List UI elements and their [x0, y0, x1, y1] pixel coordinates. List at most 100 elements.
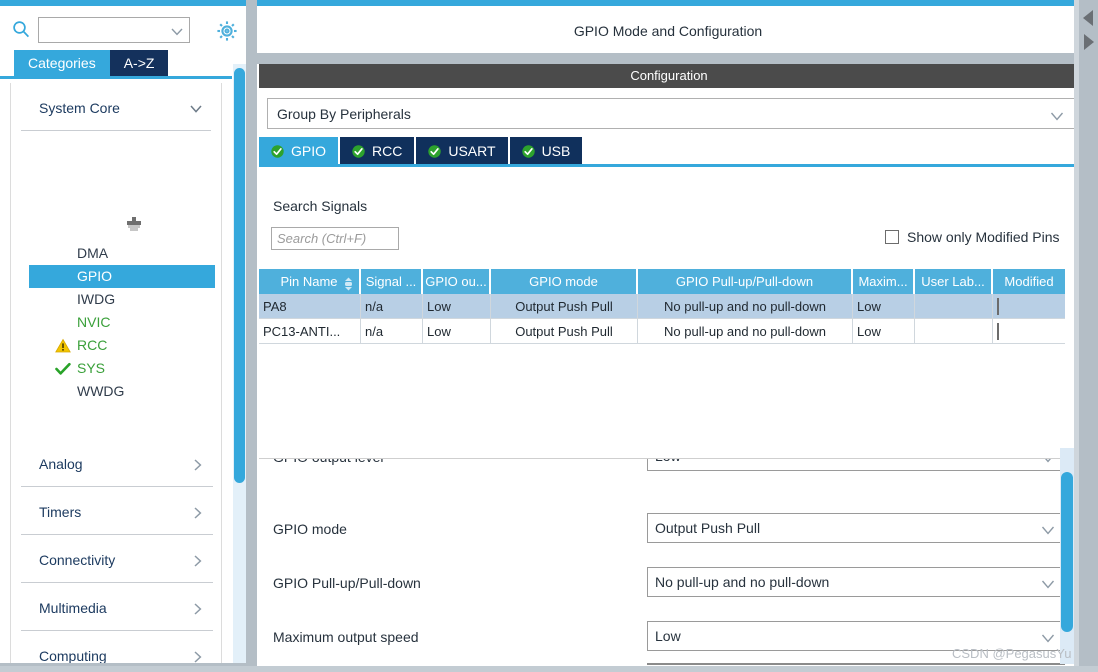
search-signals-input[interactable]: Search (Ctrl+F): [271, 227, 399, 250]
sidebar-item-nvic[interactable]: NVIC: [29, 311, 215, 334]
sidebar-scrollbar-thumb[interactable]: [234, 68, 245, 483]
category-group-system-core[interactable]: System Core: [21, 89, 211, 131]
tab-label: RCC: [372, 143, 403, 159]
property-panel-bottom-rule: [647, 663, 1065, 665]
sidebar-item-label: DMA: [77, 245, 109, 261]
cell-gpio-mode: Output Push Pull: [491, 319, 638, 344]
stm32cubemx-gpio-configuration-window: Categories A->Z System Core DMA GPIO IWD…: [0, 0, 1098, 672]
scroll-up-icon[interactable]: [123, 217, 145, 233]
category-group-label: Computing: [39, 648, 107, 664]
sidebar-item-dma[interactable]: DMA: [29, 242, 215, 265]
search-input[interactable]: [38, 17, 190, 43]
sidebar-item-iwdg[interactable]: IWDG: [29, 288, 215, 311]
tab-gpio[interactable]: GPIO: [259, 137, 339, 165]
panel-divider[interactable]: [246, 0, 257, 672]
property-value: No pull-up and no pull-down: [655, 574, 830, 590]
cell-modified[interactable]: [993, 294, 1065, 319]
sidebar-item-label: RCC: [77, 337, 108, 353]
sidebar-tab-strip: Categories A->Z: [14, 50, 169, 76]
column-header-signal[interactable]: Signal ...: [361, 269, 423, 294]
category-tree: System Core DMA GPIO IWDG NVIC RCC SYS W…: [10, 83, 222, 668]
panel-collapse-arrows[interactable]: [1079, 8, 1098, 54]
chevron-down-icon: [171, 25, 183, 36]
column-header-gpio-mode[interactable]: GPIO mode: [491, 269, 638, 294]
column-header-gpio-output[interactable]: GPIO ou...: [423, 269, 491, 294]
cell-gpio-pull: No pull-up and no pull-down: [638, 319, 853, 344]
tab-categories[interactable]: Categories: [14, 50, 110, 76]
category-group-connectivity[interactable]: Connectivity: [21, 541, 213, 583]
gpio-output-level-select[interactable]: Low: [647, 459, 1065, 471]
category-group-label: Analog: [39, 456, 83, 472]
peripheral-tab-strip: GPIO RCC USART USB: [259, 137, 584, 165]
category-group-label: Multimedia: [39, 600, 107, 616]
sidebar-item-sys[interactable]: SYS: [29, 357, 215, 380]
sidebar-item-rcc[interactable]: RCC: [29, 334, 215, 357]
group-by-value: Group By Peripherals: [277, 106, 411, 122]
check-circle-icon: [271, 144, 284, 158]
category-group-analog[interactable]: Analog: [21, 445, 213, 487]
properties-scrollbar[interactable]: [1060, 448, 1074, 664]
checkbox-box[interactable]: [885, 230, 899, 244]
chevron-down-icon: [1041, 632, 1055, 643]
sidebar-tab-underline: [0, 76, 232, 79]
sidebar-item-label: GPIO: [77, 268, 113, 284]
chevron-right-icon: [191, 555, 205, 567]
property-value: Output Push Pull: [655, 520, 761, 536]
check-icon: [55, 361, 71, 377]
gpio-pull-select[interactable]: No pull-up and no pull-down: [647, 567, 1065, 597]
modified-checkbox[interactable]: [997, 323, 999, 340]
table-row[interactable]: PA8 n/a Low Output Push Pull No pull-up …: [259, 294, 1087, 319]
chevron-right-icon: [191, 459, 205, 471]
gear-icon[interactable]: [216, 20, 238, 42]
tab-a-to-z[interactable]: A->Z: [109, 50, 169, 76]
cell-signal: n/a: [361, 294, 423, 319]
tab-usart[interactable]: USART: [416, 137, 508, 165]
gpio-mode-select[interactable]: Output Push Pull: [647, 513, 1065, 543]
column-header-modified[interactable]: Modified: [993, 269, 1065, 294]
sidebar-item-gpio[interactable]: GPIO: [29, 265, 215, 288]
cell-gpio-output-level: Low: [423, 319, 491, 344]
column-header-user-label[interactable]: User Lab...: [915, 269, 993, 294]
right-gutter: [1079, 0, 1098, 672]
tab-usb[interactable]: USB: [509, 137, 583, 165]
cell-maximum-speed: Low: [853, 319, 915, 344]
sidebar-item-wwdg[interactable]: WWDG: [29, 380, 215, 403]
configuration-bar: Configuration: [259, 64, 1079, 88]
property-label: GPIO output level: [273, 459, 384, 465]
pin-configuration-table: Pin Name Signal ... GPIO ou... GPIO mode…: [259, 269, 1087, 344]
warning-icon: [55, 338, 71, 354]
table-header-row: Pin Name Signal ... GPIO ou... GPIO mode…: [259, 269, 1087, 294]
search-icon: [12, 20, 30, 38]
check-circle-icon: [521, 144, 535, 158]
sort-arrows-icon[interactable]: [344, 274, 353, 291]
cell-pin-name: PA8: [259, 294, 361, 319]
table-row[interactable]: PC13-ANTI... n/a Low Output Push Pull No…: [259, 319, 1087, 344]
cell-user-label: [915, 294, 993, 319]
properties-scrollbar-thumb[interactable]: [1061, 472, 1073, 632]
category-group-label: Connectivity: [39, 552, 116, 568]
column-label: Pin Name: [280, 274, 338, 289]
tab-label: USART: [448, 143, 496, 159]
modified-checkbox[interactable]: [997, 298, 999, 315]
chevron-right-icon: [191, 651, 205, 663]
chevron-down-icon: [1041, 459, 1055, 463]
category-group-label: Timers: [39, 504, 82, 520]
gpio-configuration-panel: GPIO Mode and Configuration Configuratio…: [257, 6, 1079, 672]
category-group-multimedia[interactable]: Multimedia: [21, 589, 213, 631]
cell-modified[interactable]: [993, 319, 1065, 344]
check-circle-icon: [428, 144, 442, 158]
property-label: Maximum output speed: [273, 629, 419, 645]
group-by-select[interactable]: Group By Peripherals: [267, 98, 1075, 129]
property-value: Low: [655, 459, 681, 464]
column-header-gpio-pull[interactable]: GPIO Pull-up/Pull-down: [638, 269, 853, 294]
search-signals-label: Search Signals: [273, 198, 368, 214]
column-header-pin-name[interactable]: Pin Name: [259, 269, 361, 294]
column-header-maximum-speed[interactable]: Maxim...: [853, 269, 915, 294]
cell-maximum-speed: Low: [853, 294, 915, 319]
show-modified-pins-checkbox[interactable]: Show only Modified Pins: [885, 227, 1060, 247]
sidebar-scrollbar[interactable]: [233, 64, 246, 666]
cell-gpio-mode: Output Push Pull: [491, 294, 638, 319]
category-group-timers[interactable]: Timers: [21, 493, 213, 535]
tab-label: GPIO: [291, 143, 327, 159]
tab-rcc[interactable]: RCC: [340, 137, 415, 165]
